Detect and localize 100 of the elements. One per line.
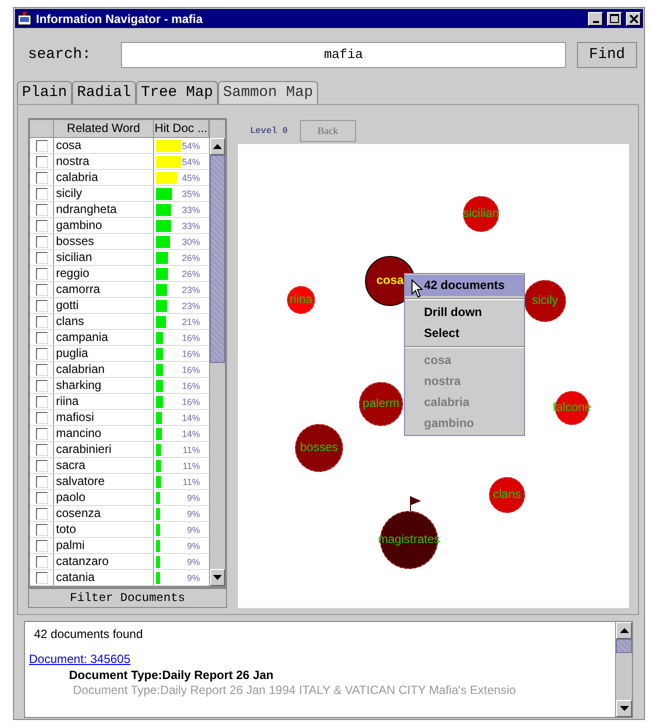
map-node[interactable]: [287, 286, 315, 314]
hit-percent: 11%: [182, 444, 200, 454]
tab[interactable]: Tree Map: [136, 81, 218, 104]
table-cell: campania: [54, 330, 154, 345]
table-cell: puglia: [54, 346, 154, 361]
document-title: Document Type:Daily Report 26 Jan: [68, 668, 274, 682]
hit-percent: 26%: [180, 268, 200, 278]
map-node[interactable]: [295, 424, 343, 472]
search-field[interactable]: mafia: [120, 42, 566, 68]
checkbox[interactable]: [36, 380, 48, 392]
checkbox[interactable]: [36, 444, 48, 456]
hit-percent: 45%: [180, 172, 200, 182]
checkbox[interactable]: [36, 236, 48, 248]
node-label: cosa: [376, 273, 404, 288]
checkbox[interactable]: [36, 364, 48, 376]
checkbox[interactable]: [36, 140, 48, 152]
checkbox[interactable]: [36, 316, 48, 328]
tab[interactable]: Radial: [72, 81, 136, 104]
menu-item[interactable]: Drill down: [405, 302, 524, 323]
checkbox[interactable]: [36, 508, 48, 520]
document-link[interactable]: Document: 345605: [29, 652, 130, 666]
node-label: sicily: [532, 293, 558, 308]
hit-percent: 11%: [182, 476, 200, 486]
menu-item[interactable]: Select: [405, 323, 524, 344]
table-cell: paolo: [54, 490, 154, 505]
hit-percent: 16%: [180, 396, 200, 406]
scroll-up-icon[interactable]: [620, 628, 628, 633]
table-cell: riina: [54, 394, 154, 409]
checkbox[interactable]: [36, 396, 48, 408]
node-label: riina: [290, 292, 312, 307]
scroll-down-icon[interactable]: [620, 706, 628, 711]
checkbox[interactable]: [36, 204, 48, 216]
menu-item[interactable]: 42 documents: [405, 275, 524, 296]
table-cell: palmi: [54, 538, 154, 553]
hit-percent: 11%: [182, 460, 200, 470]
maximize-button[interactable]: [607, 12, 622, 26]
hit-percent: 33%: [180, 220, 200, 230]
hit-percent: 23%: [180, 284, 200, 294]
table-cell: cosenza: [54, 506, 154, 521]
hit-percent: 54%: [180, 156, 200, 166]
checkbox[interactable]: [36, 476, 48, 488]
scroll-thumb[interactable]: [210, 155, 225, 363]
hit-percent: 16%: [180, 380, 200, 390]
table-cell: mafiosi: [54, 410, 154, 425]
scrollbar[interactable]: [209, 120, 225, 586]
checkbox[interactable]: [36, 412, 48, 424]
tab[interactable]: Plain: [17, 81, 72, 104]
hit-percent: 21%: [180, 316, 200, 326]
checkbox[interactable]: [36, 524, 48, 536]
checkbox[interactable]: [36, 300, 48, 312]
results-count: 42 documents found: [33, 627, 144, 641]
table-cell: mancino: [54, 426, 154, 441]
scrollbar[interactable]: [615, 622, 632, 717]
column-header[interactable]: Related Word: [54, 120, 154, 137]
hit-percent: 16%: [180, 348, 200, 358]
map-node[interactable]: [524, 280, 566, 322]
checkbox[interactable]: [36, 252, 48, 264]
checkbox[interactable]: [36, 220, 48, 232]
minimize-button[interactable]: [588, 12, 603, 26]
checkbox[interactable]: [36, 172, 48, 184]
close-button[interactable]: [626, 12, 641, 26]
table-cell: gotti: [54, 298, 154, 313]
table-cell: catania: [54, 570, 154, 585]
find-button[interactable]: Find: [577, 42, 637, 68]
table-cell: sacra: [54, 458, 154, 473]
checkbox[interactable]: [36, 540, 48, 552]
tab[interactable]: Sammon Map: [218, 81, 318, 104]
table-cell: sicilian: [54, 250, 154, 265]
hit-percent: 16%: [180, 364, 200, 374]
app-icon: [17, 11, 32, 26]
checkbox[interactable]: [36, 156, 48, 168]
node-label: sicilian: [463, 206, 499, 221]
search-label: search:: [28, 46, 92, 63]
checkbox[interactable]: [36, 572, 48, 584]
table-cell: clans: [54, 314, 154, 329]
table-cell: camorra: [54, 282, 154, 297]
hit-percent: 33%: [180, 204, 200, 214]
node-label: palerm: [362, 396, 400, 411]
map-node[interactable]: [489, 477, 525, 513]
table-cell: nostra: [54, 154, 154, 169]
hit-percent: 54%: [180, 140, 200, 150]
checkbox[interactable]: [36, 268, 48, 280]
hit-percent: 26%: [180, 252, 200, 262]
minimize-icon: [592, 20, 598, 22]
checkbox[interactable]: [36, 348, 48, 360]
map-node[interactable]: [463, 196, 499, 232]
checkbox[interactable]: [36, 188, 48, 200]
hit-percent: 9%: [186, 540, 200, 550]
checkbox[interactable]: [36, 460, 48, 472]
scroll-thumb[interactable]: [616, 639, 632, 653]
scroll-down-icon[interactable]: [213, 575, 222, 580]
checkbox[interactable]: [36, 332, 48, 344]
checkbox[interactable]: [36, 428, 48, 440]
filter-button[interactable]: Filter Documents: [28, 588, 227, 608]
checkbox[interactable]: [36, 492, 48, 504]
hit-percent: 9%: [186, 508, 200, 518]
scroll-up-icon[interactable]: [213, 144, 222, 149]
map-node[interactable]: [359, 382, 403, 426]
checkbox[interactable]: [36, 284, 48, 296]
checkbox[interactable]: [36, 556, 48, 568]
